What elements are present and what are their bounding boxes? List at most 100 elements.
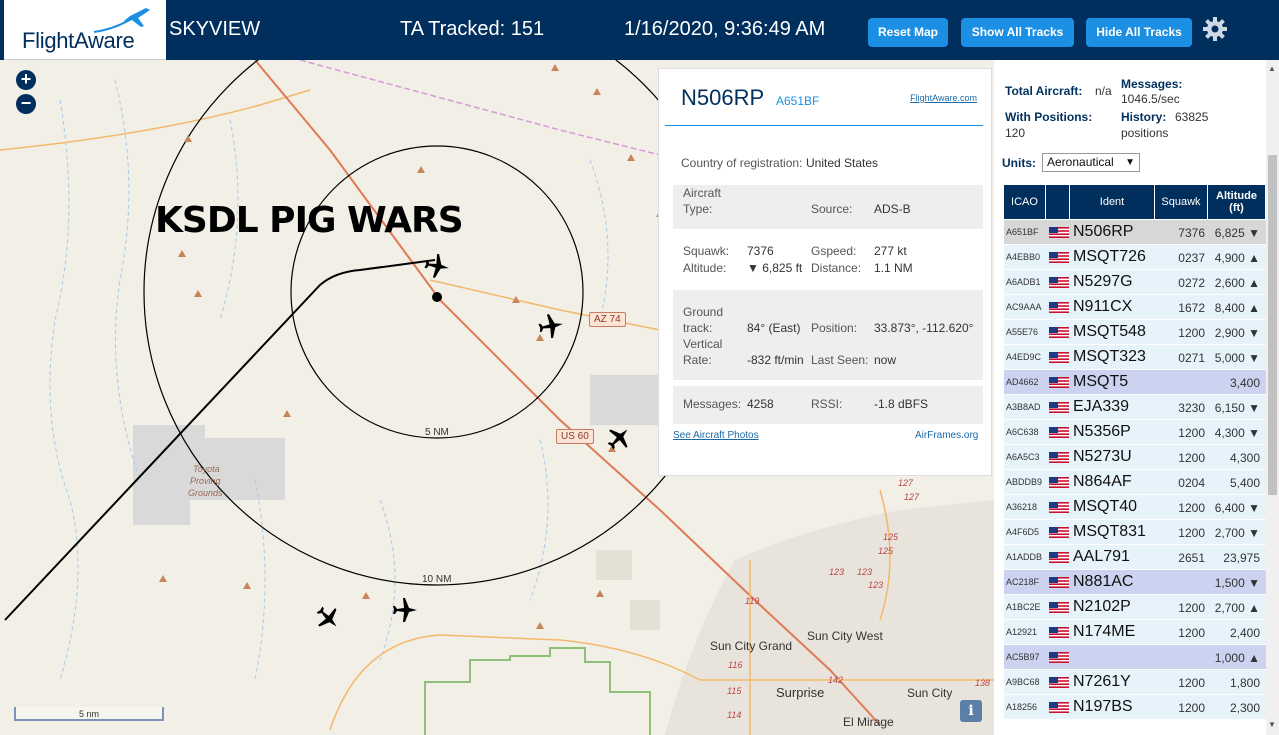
- table-row[interactable]: A12921 N174ME 1200 2,400: [1004, 620, 1266, 645]
- zoom-in-button[interactable]: +: [16, 70, 36, 90]
- units-select[interactable]: Aeronautical ▼: [1042, 153, 1140, 172]
- city-label: Sun City Grand: [710, 639, 793, 653]
- row-squawk: 1200: [1178, 526, 1205, 540]
- header-bar: FlightAware SKYVIEW TA Tracked: 151 1/16…: [0, 0, 1279, 60]
- flightaware-link[interactable]: FlightAware.com: [910, 93, 977, 103]
- row-icao: A12921: [1006, 627, 1038, 637]
- table-row[interactable]: A6ADB1 N5297G 0272 2,600 ▲: [1004, 270, 1266, 295]
- reset-map-button[interactable]: Reset Map: [868, 18, 948, 47]
- show-all-tracks-button[interactable]: Show All Tracks: [961, 18, 1074, 47]
- table-row[interactable]: ABDDB9 N864AF 0204 5,400: [1004, 470, 1266, 495]
- row-ident: AAL791: [1073, 548, 1130, 565]
- messages-value: 4258: [747, 397, 774, 411]
- row-icao: AD4662: [1006, 377, 1039, 387]
- chevron-down-icon: ▼: [1125, 157, 1135, 168]
- row-ident: EJA339: [1073, 398, 1130, 415]
- row-altitude: 2,600 ▲: [1214, 276, 1260, 290]
- aircraft-photos-link[interactable]: See Aircraft Photos: [673, 430, 759, 441]
- scrollbar[interactable]: ▲ ▼: [1266, 60, 1279, 735]
- row-squawk: 1200: [1178, 626, 1205, 640]
- info-icon[interactable]: i: [960, 700, 982, 722]
- airframes-link[interactable]: AirFrames.org: [915, 430, 978, 441]
- us-flag-icon: [1049, 252, 1069, 263]
- row-ident: N5297G: [1073, 273, 1133, 290]
- column-altitude[interactable]: Altitude (ft): [1208, 185, 1266, 219]
- row-altitude: 8,400 ▲: [1214, 301, 1260, 315]
- road-number: 116: [728, 660, 743, 670]
- table-row[interactable]: AC218F N881AC 1,500 ▼: [1004, 570, 1266, 595]
- table-row[interactable]: A55E76 MSQT548 1200 2,900 ▼: [1004, 320, 1266, 345]
- table-row[interactable]: AC9AAA N911CX 1672 8,400 ▲: [1004, 295, 1266, 320]
- vertical-rate-label: Rate:: [683, 353, 712, 367]
- scroll-up-icon[interactable]: ▲: [1268, 64, 1276, 73]
- row-icao: A6A5C3: [1006, 452, 1040, 462]
- altitude-value: ▼ 6,825 ft: [747, 261, 803, 275]
- road-number: 123: [868, 580, 884, 590]
- table-row[interactable]: A651BF N506RP 7376 6,825 ▼: [1004, 220, 1266, 245]
- area-label: Toyota: [193, 464, 220, 474]
- gear-icon[interactable]: [1202, 16, 1228, 42]
- table-row[interactable]: A6C638 N5356P 1200 4,300 ▼: [1004, 420, 1266, 445]
- table-row[interactable]: A4F6D5 MSQT831 1200 2,700 ▼: [1004, 520, 1266, 545]
- city-label: Surprise: [776, 685, 825, 700]
- row-squawk: 0271: [1178, 351, 1205, 365]
- road-number: 125: [883, 532, 899, 542]
- us-flag-icon: [1049, 627, 1069, 638]
- site-name: SKYVIEW: [169, 18, 261, 40]
- column-ident[interactable]: Ident: [1070, 185, 1155, 219]
- row-squawk: 1200: [1178, 451, 1205, 465]
- table-row[interactable]: A9BC68 N7261Y 1200 1,800: [1004, 670, 1266, 695]
- row-altitude: 6,150 ▼: [1214, 401, 1260, 415]
- units-selected-value: Aeronautical: [1047, 155, 1114, 169]
- row-squawk: 3230: [1178, 401, 1205, 415]
- city-label: El Mirage: [843, 715, 894, 729]
- row-squawk: 1200: [1178, 426, 1205, 440]
- column-flag[interactable]: [1046, 185, 1070, 219]
- table-row[interactable]: AD4662 MSQT5 3,400: [1004, 370, 1266, 395]
- us-flag-icon: [1049, 527, 1069, 538]
- table-row[interactable]: A4ED9C MSQT323 0271 5,000 ▼: [1004, 345, 1266, 370]
- clock: 1/16/2020, 9:36:49 AM: [624, 18, 826, 40]
- rssi-label: RSSI:: [811, 397, 843, 411]
- table-row[interactable]: A3B8AD EJA339 3230 6,150 ▼: [1004, 395, 1266, 420]
- column-squawk[interactable]: Squawk: [1155, 185, 1208, 219]
- us-flag-icon: [1049, 377, 1069, 388]
- table-row[interactable]: A36218 MSQT40 1200 6,400 ▼: [1004, 495, 1266, 520]
- table-row[interactable]: A1ADDB AAL791 2651 23,975: [1004, 545, 1266, 570]
- row-altitude: 4,300 ▼: [1214, 426, 1260, 440]
- row-altitude: 2,400: [1229, 626, 1260, 640]
- row-altitude: 4,900 ▲: [1214, 251, 1260, 265]
- table-row[interactable]: A18256 N197BS 1200 2,300: [1004, 695, 1266, 720]
- row-icao: A1BC2E: [1006, 602, 1041, 612]
- ground-track-value: 84° (East): [747, 321, 801, 335]
- column-icao[interactable]: ICAO: [1004, 185, 1046, 219]
- last-seen-value: now: [874, 353, 897, 367]
- zoom-out-button[interactable]: −: [16, 94, 36, 114]
- scroll-down-icon[interactable]: ▼: [1268, 720, 1276, 729]
- table-row[interactable]: AC5B97 1,000 ▲: [1004, 645, 1266, 670]
- messages-label: Messages:: [683, 397, 742, 411]
- row-ident: MSQT323: [1073, 348, 1146, 365]
- table-row[interactable]: A4EBB0 MSQT726 0237 4,900 ▲: [1004, 245, 1266, 270]
- us-flag-icon: [1049, 577, 1069, 588]
- road-number: 125: [878, 546, 894, 556]
- row-icao: AC5B97: [1006, 652, 1040, 662]
- row-altitude: 5,400: [1229, 476, 1260, 490]
- table-row[interactable]: A1BC2E N2102P 1200 2,700 ▲: [1004, 595, 1266, 620]
- aircraft-popup: N506RP A651BF FlightAware.com Country of…: [658, 68, 992, 476]
- us-flag-icon: [1049, 402, 1069, 413]
- history-value: 63825: [1175, 110, 1209, 124]
- table-row[interactable]: A6A5C3 N5273U 1200 4,300: [1004, 445, 1266, 470]
- scroll-thumb[interactable]: [1268, 155, 1277, 495]
- hide-all-tracks-button[interactable]: Hide All Tracks: [1086, 18, 1192, 47]
- flightaware-logo[interactable]: FlightAware: [4, 0, 166, 60]
- rssi-value: -1.8 dBFS: [874, 397, 929, 411]
- row-altitude: 1,500 ▼: [1214, 576, 1260, 590]
- row-altitude: 6,400 ▼: [1214, 501, 1260, 515]
- position-label: Position:: [811, 321, 858, 335]
- row-altitude: 23,975: [1223, 551, 1260, 565]
- us-flag-icon: [1049, 677, 1069, 688]
- aircraft-list-panel: Total Aircraft: n/a Messages: 1046.5/sec…: [994, 60, 1279, 735]
- row-squawk: 1200: [1178, 326, 1205, 340]
- us-flag-icon: [1049, 227, 1069, 238]
